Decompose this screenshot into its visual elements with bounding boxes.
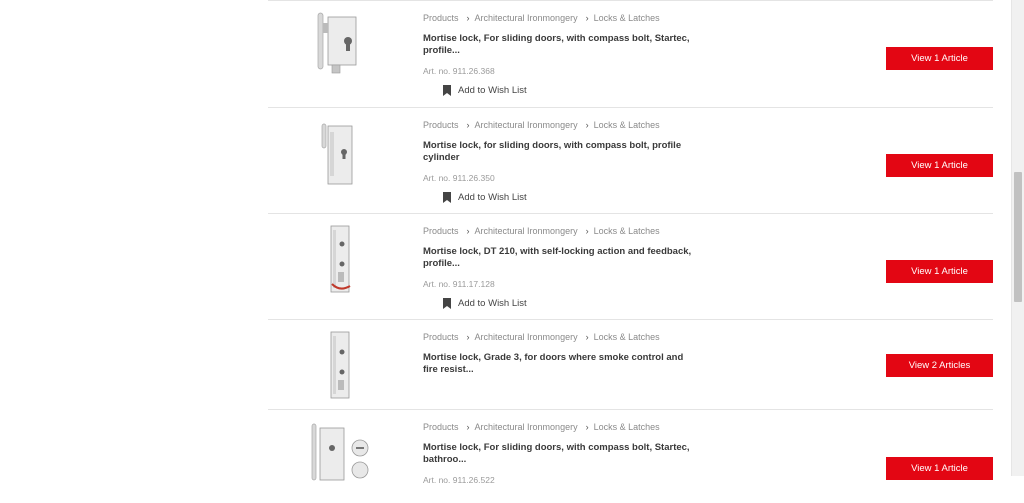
article-number: Art. no. 911.26.368 [423,66,495,76]
chevron-right-icon: › [466,422,470,432]
breadcrumb-item[interactable]: Architectural Ironmongery [475,422,578,432]
bookmark-icon [443,85,451,96]
breadcrumb-item[interactable]: Products [423,332,459,342]
breadcrumb: Products › Architectural Ironmongery › L… [423,224,693,238]
product-image[interactable] [298,9,388,89]
bookmark-icon [443,298,451,309]
breadcrumb-item[interactable]: Architectural Ironmongery [475,13,578,23]
breadcrumb-item[interactable]: Architectural Ironmongery [475,332,578,342]
article-number: Art. no. 911.26.522 [423,475,495,485]
chevron-right-icon: › [466,332,470,342]
product-image[interactable] [298,418,388,498]
product-title[interactable]: Mortise lock, For sliding doors, with co… [423,33,693,57]
breadcrumb-item[interactable]: Locks & Latches [594,332,660,342]
view-articles-button[interactable]: View 2 Articles [886,354,993,377]
product-list: Products › Architectural Ironmongery › L… [268,0,993,490]
list-item: Products › Architectural Ironmongery › L… [268,214,993,320]
chevron-right-icon: › [466,120,470,130]
breadcrumb-item[interactable]: Architectural Ironmongery [475,226,578,236]
breadcrumb-item[interactable]: Products [423,226,459,236]
chevron-right-icon: › [585,226,589,236]
breadcrumb-item[interactable]: Locks & Latches [594,422,660,432]
breadcrumb: Products › Architectural Ironmongery › L… [423,420,693,434]
scrollbar-thumb[interactable] [1014,172,1022,302]
breadcrumb-item[interactable]: Products [423,13,459,23]
product-title[interactable]: Mortise lock, DT 210, with self-locking … [423,246,693,270]
scrollbar[interactable] [1011,0,1024,476]
chevron-right-icon: › [466,226,470,236]
chevron-right-icon: › [466,13,470,23]
list-item: Products › Architectural Ironmongery › L… [268,410,993,490]
wish-list-label: Add to Wish List [458,192,527,203]
wish-list-label: Add to Wish List [458,298,527,309]
chevron-right-icon: › [585,422,589,432]
product-image[interactable] [298,222,388,302]
product-image[interactable] [298,328,388,408]
list-item: Products › Architectural Ironmongery › L… [268,1,993,108]
breadcrumb: Products › Architectural Ironmongery › L… [423,330,693,344]
product-info: Products › Architectural Ironmongery › L… [423,420,693,485]
product-image[interactable] [298,116,388,196]
article-number: Art. no. 911.17.128 [423,279,495,289]
view-articles-button[interactable]: View 1 Article [886,47,993,70]
breadcrumb: Products › Architectural Ironmongery › L… [423,118,693,132]
chevron-right-icon: › [585,332,589,342]
product-info: Products › Architectural Ironmongery › L… [423,224,693,289]
view-articles-button[interactable]: View 1 Article [886,154,993,177]
product-title[interactable]: Mortise lock, For sliding doors, with co… [423,442,693,466]
breadcrumb-item[interactable]: Locks & Latches [594,226,660,236]
view-articles-button[interactable]: View 1 Article [886,457,993,480]
product-info: Products › Architectural Ironmongery › L… [423,118,693,183]
add-to-wish-list-button[interactable]: Add to Wish List [443,85,527,96]
breadcrumb-item[interactable]: Products [423,120,459,130]
list-item: Products › Architectural Ironmongery › L… [268,320,993,410]
breadcrumb-item[interactable]: Locks & Latches [594,120,660,130]
product-info: Products › Architectural Ironmongery › L… [423,11,693,76]
breadcrumb: Products › Architectural Ironmongery › L… [423,11,693,25]
view-articles-button[interactable]: View 1 Article [886,260,993,283]
product-title[interactable]: Mortise lock, Grade 3, for doors where s… [423,352,693,376]
add-to-wish-list-button[interactable]: Add to Wish List [443,298,527,309]
product-title[interactable]: Mortise lock, for sliding doors, with co… [423,140,693,164]
wish-list-label: Add to Wish List [458,85,527,96]
add-to-wish-list-button[interactable]: Add to Wish List [443,192,527,203]
article-number: Art. no. 911.26.350 [423,173,495,183]
chevron-right-icon: › [585,13,589,23]
chevron-right-icon: › [585,120,589,130]
list-item: Products › Architectural Ironmongery › L… [268,108,993,214]
breadcrumb-item[interactable]: Products [423,422,459,432]
product-info: Products › Architectural Ironmongery › L… [423,330,693,376]
bookmark-icon [443,192,451,203]
breadcrumb-item[interactable]: Locks & Latches [594,13,660,23]
breadcrumb-item[interactable]: Architectural Ironmongery [475,120,578,130]
